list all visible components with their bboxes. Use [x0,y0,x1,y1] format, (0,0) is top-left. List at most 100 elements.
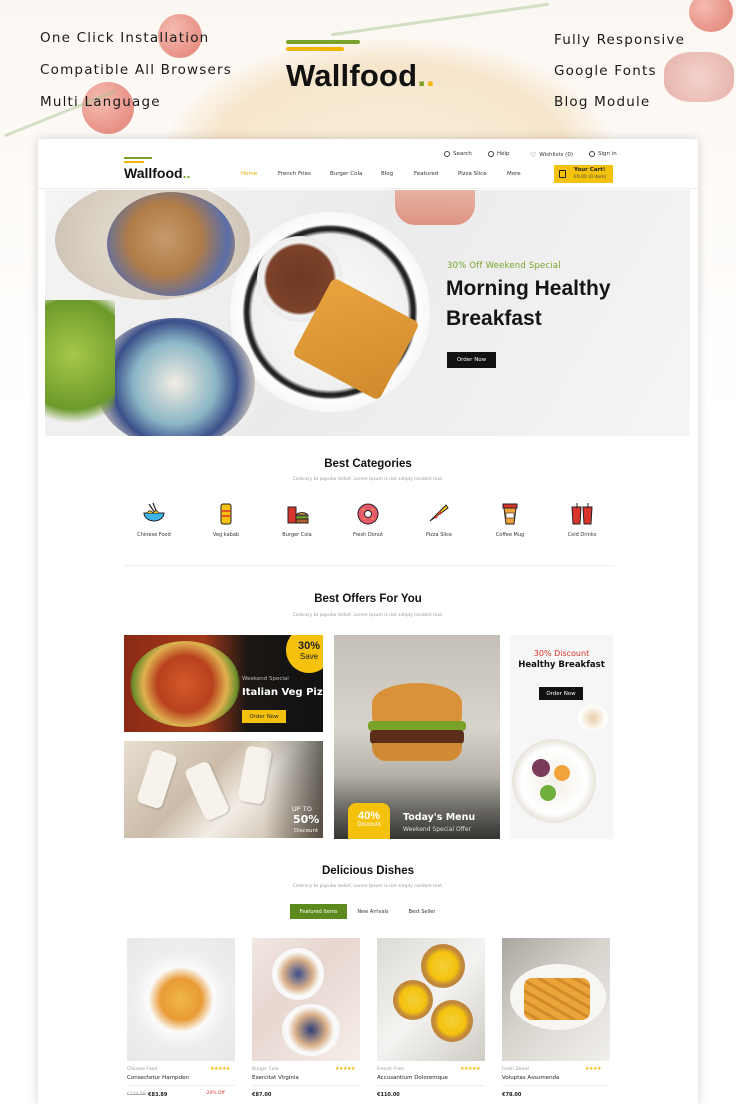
heart-icon: ♡ [530,151,537,159]
categories-title: Best Categories [324,458,412,470]
berry-bowl-image [95,318,255,436]
dishes-subtitle: Contrary to popular belief, Lorem Ipsum … [292,884,444,889]
product-name[interactable]: Voluptas Assumenda [502,1075,559,1081]
pizza-slice-icon [426,501,452,527]
noodle-bowl-icon [141,501,167,527]
sauce-bowl-image [664,52,734,102]
banner-order-button[interactable]: Order Now [447,352,496,368]
offer-pizza-tag: Weekend Special [242,676,289,682]
util-signin[interactable]: Sign in [589,151,617,157]
rating-stars: ★★★★★ [460,1066,480,1072]
coffee-cup-icon [497,501,523,527]
greens-image [45,300,115,436]
offer-healthy-breakfast[interactable]: 30% Discount Healthy Breakfast Order Now [510,635,613,839]
shopping-bag-icon [559,170,566,178]
util-help[interactable]: Help [488,151,510,157]
product-divider [502,1085,610,1086]
search-icon [444,151,450,157]
logo-wordmark: Wallfood.. [286,58,435,93]
category-chinese-food[interactable]: Chinese Food [124,501,184,538]
nav-featured[interactable]: Featured [414,171,438,177]
offers-title: Best Offers For You [314,593,422,605]
feature-blog-module: Blog Module [554,94,651,110]
util-search[interactable]: Search [444,151,472,157]
nav-blog[interactable]: Blog [381,171,393,177]
site-header: Wallfood.. Search Help ♡ Wishlists (0) Si… [38,139,698,189]
donut-icon [355,501,381,527]
nav-french-fries[interactable]: French Fries [278,171,311,177]
product-image[interactable] [377,938,485,1061]
category-coffee-mug[interactable]: Coffee Mug [480,501,540,538]
rating-stars: ★★★★★ [210,1066,230,1072]
product-divider [377,1085,485,1086]
help-icon [488,151,494,157]
template-preview: Wallfood.. Search Help ♡ Wishlists (0) Si… [38,139,698,1104]
feature-one-click: One Click Installation [40,30,210,46]
burger-cola-icon [284,501,310,527]
product-price: €83.89 [148,1092,168,1098]
product-image[interactable] [127,938,235,1061]
offer-upto-pct: 50% [293,813,320,826]
product-category: Burger Cola [252,1067,279,1072]
offer-italian-pizza[interactable]: 30% Save Weekend Special Italian Veg Piz… [124,635,323,732]
offer-upto-discount: Discount [294,828,319,834]
offer-todays-menu[interactable]: 40% Discount Today's Menu Weekend Specia… [334,635,500,839]
burger-image [372,683,462,723]
user-icon [589,151,595,157]
category-pizza-slice[interactable]: Pizza Slice [409,501,469,538]
nav-more[interactable]: More [507,171,521,177]
tab-featured-items[interactable]: Featured Items [290,904,347,919]
banner-title: Morning Healthy Breakfast [446,277,611,330]
product-divider [127,1085,235,1086]
category-burger-cola[interactable]: Burger Cola [267,501,327,538]
util-wishlist[interactable]: ♡ Wishlists (0) [530,151,573,159]
breakfast-plate-image [512,739,596,823]
offer-pizza-order-button[interactable]: Order Now [242,710,286,723]
wrap-icon [213,501,239,527]
product-image[interactable] [502,938,610,1061]
product-name[interactable]: Accusantium Doloremque [377,1075,448,1081]
offer-icecream[interactable]: UP TO 50% Discount [124,741,323,838]
banner-subtitle: 30% Off Weekend Special [447,261,561,271]
category-veg-kabab[interactable]: Veg kabab [196,501,256,538]
offers-subtitle: Contrary to popular belief, Lorem Ipsum … [292,613,444,618]
section-divider [124,565,614,566]
offer-breakfast-discount: 30% Discount [533,649,590,658]
product-category: French Fries [377,1067,404,1072]
product-category: Fresh Donut [502,1067,530,1072]
pizza-image [130,641,240,727]
nav-burger-cola[interactable]: Burger Cola [330,171,362,177]
page: One Click Installation Compatible All Br… [0,0,736,1104]
offer-todays-menu-sub: Weekend Special Offer [403,826,471,833]
hero-logo: Wallfood.. [286,40,466,100]
cold-drink-icon [569,501,595,527]
cart-amount: €0.00 (0 item) [574,175,607,180]
offer-breakfast-order-button[interactable]: Order Now [539,687,583,700]
oatmeal-bowl-image [107,192,235,296]
tab-best-seller[interactable]: Best Seller [402,904,442,919]
product-name[interactable]: Consectetur Hampden [127,1075,189,1081]
product-divider [252,1085,360,1086]
product-old-price: €104.99 [127,1092,146,1097]
discount-badge: -20% Off [205,1091,225,1096]
rating-stars: ★★★★ [585,1066,601,1072]
product-price: €87.00 [252,1092,272,1098]
feature-browsers: Compatible All Browsers [40,62,233,78]
category-fresh-donut[interactable]: Fresh Donut [338,501,398,538]
product-image[interactable] [252,938,360,1061]
hero-banner: 30% Off Weekend Special Morning Healthy B… [45,190,690,436]
cart-button[interactable]: Your Cart! €0.00 (0 item) [554,165,613,183]
nav-home[interactable]: Home [241,171,257,177]
product-name[interactable]: Exercitat Virginia [252,1075,299,1081]
category-cold-drinks[interactable]: Cold Drinks [552,501,612,538]
tab-new-arrivals[interactable]: New Arrivals [351,904,395,919]
offer-upto-label: UP TO [292,805,312,813]
discount-badge: 40% Discount [348,803,390,839]
cart-title: Your Cart! [574,167,606,173]
rating-stars: ★★★★★ [335,1066,355,1072]
feature-multi-language: Multi Language [40,94,161,110]
save-badge: 30% Save [286,635,323,673]
nav-pizza-slice[interactable]: Pizza Slice [458,171,487,177]
jar-image [395,190,475,225]
offer-todays-menu-title: Today's Menu [403,812,476,823]
